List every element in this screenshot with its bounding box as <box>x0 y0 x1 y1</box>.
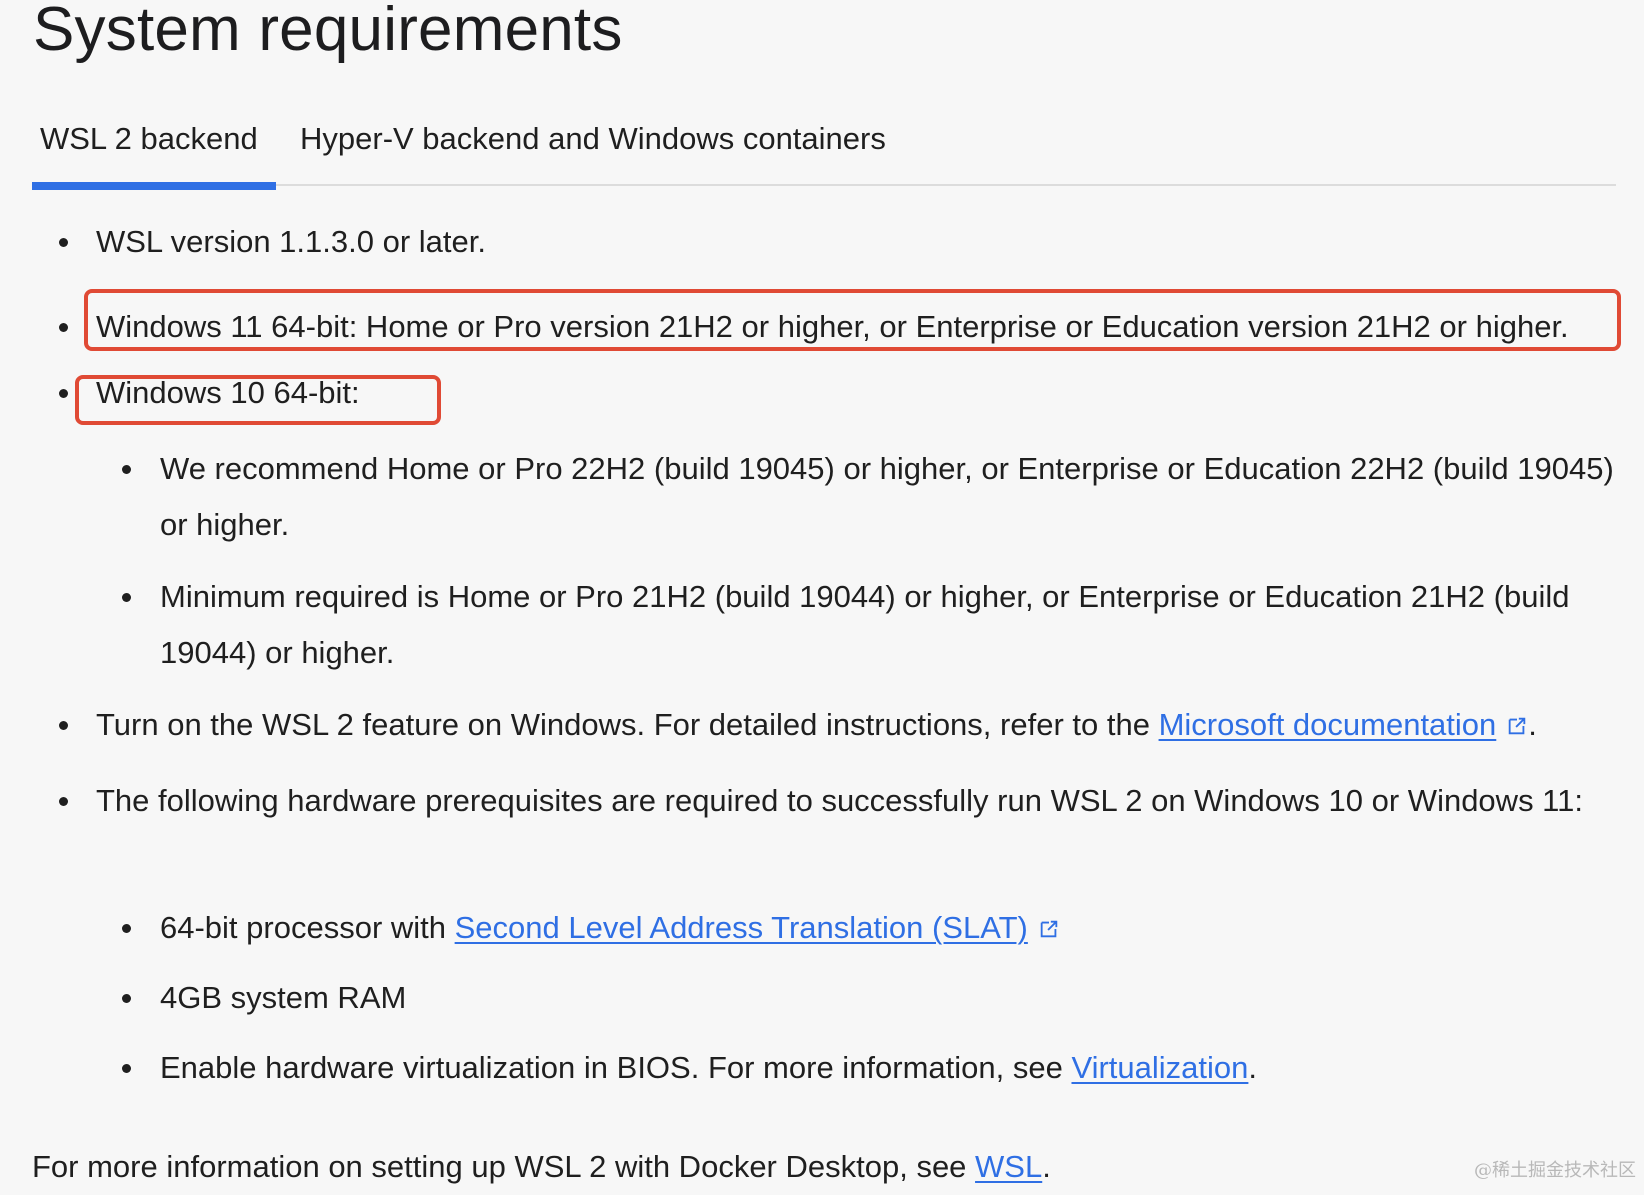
footer-note: For more information on setting up WSL 2… <box>32 1139 1592 1195</box>
slat-link[interactable]: Second Level Address Translation (SLAT) <box>455 910 1028 945</box>
turn-on-wsl-period: . <box>1528 707 1537 742</box>
windows-10-minimum-requirement: Minimum required is Home or Pro 21H2 (bu… <box>160 579 1570 670</box>
bullet-icon <box>59 721 68 730</box>
bullet-icon <box>122 924 131 933</box>
bullet-icon <box>122 1064 131 1073</box>
bios-text: Enable hardware virtualization in BIOS. … <box>160 1050 1072 1085</box>
turn-on-wsl-instruction: Turn on the WSL 2 feature on Windows. Fo… <box>96 697 1621 753</box>
windows-11-requirement: Windows 11 64-bit: Home or Pro version 2… <box>96 309 1569 344</box>
bullet-icon <box>122 593 131 602</box>
wsl-version-requirement: WSL version 1.1.3.0 or later. <box>96 224 486 259</box>
microsoft-documentation-link[interactable]: Microsoft documentation <box>1159 707 1497 742</box>
bullet-icon <box>122 994 131 1003</box>
bios-virtualization-requirement: Enable hardware virtualization in BIOS. … <box>160 1040 1625 1096</box>
external-link-icon[interactable] <box>1506 715 1528 737</box>
bios-period: . <box>1248 1050 1258 1085</box>
wsl-link[interactable]: WSL <box>975 1149 1042 1184</box>
source-watermark: @稀土掘金技术社区 <box>1474 1160 1636 1181</box>
hardware-prerequisites-intro: The following hardware prerequisites are… <box>96 783 1583 818</box>
documentation-page: System requirements WSL 2 backend Hyper-… <box>0 0 1644 1192</box>
requirements-list: WSL version 1.1.3.0 or later. Windows 11… <box>0 0 1644 1192</box>
bullet-icon <box>59 797 68 806</box>
bullet-icon <box>122 465 131 474</box>
ram-requirement: 4GB system RAM <box>160 980 407 1015</box>
windows-10-recommendation: We recommend Home or Pro 22H2 (build 190… <box>160 451 1614 542</box>
footer-text: For more information on setting up WSL 2… <box>32 1149 976 1184</box>
processor-requirement: 64-bit processor with Second Level Addre… <box>160 900 1625 956</box>
bullet-icon <box>59 323 68 332</box>
bullet-icon <box>59 389 68 398</box>
turn-on-wsl-text: Turn on the WSL 2 feature on Windows. Fo… <box>96 707 1159 742</box>
external-link-icon[interactable] <box>1038 918 1060 940</box>
bullet-icon <box>59 238 68 247</box>
processor-text: 64-bit processor with <box>160 910 455 945</box>
footer-period: . <box>1042 1149 1051 1184</box>
virtualization-link[interactable]: Virtualization <box>1071 1050 1248 1085</box>
windows-10-requirement: Windows 10 64-bit: <box>96 375 360 410</box>
